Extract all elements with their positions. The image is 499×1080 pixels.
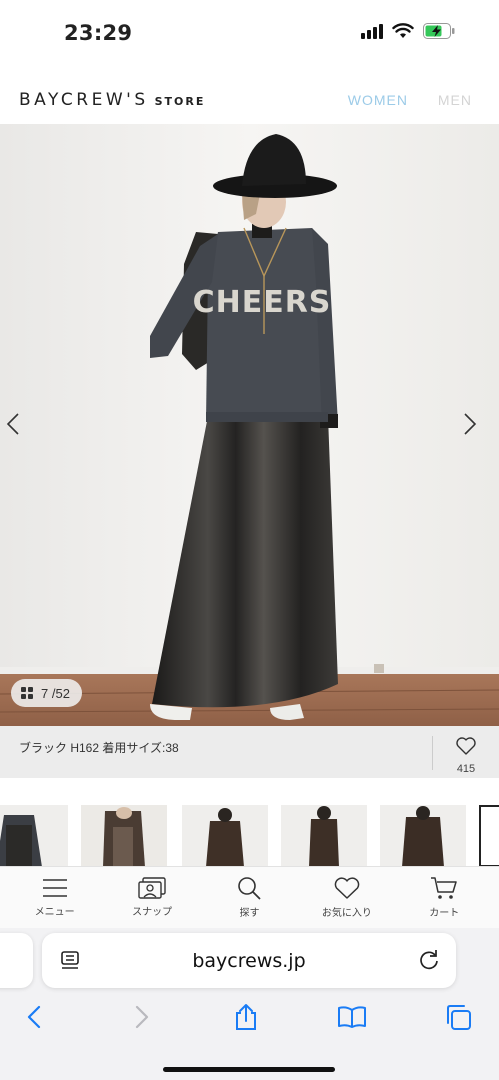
image-counter-total: /52	[51, 685, 70, 701]
bookmarks-button[interactable]	[337, 1002, 367, 1032]
url-text: baycrews.jp	[192, 950, 306, 972]
thumbnail[interactable]	[281, 805, 367, 867]
share-button[interactable]	[231, 1002, 261, 1032]
divider	[432, 736, 433, 770]
thumbnail-strip	[0, 778, 499, 867]
menu-button[interactable]: メニュー	[20, 877, 90, 918]
share-icon	[236, 1004, 256, 1030]
status-icons	[361, 23, 455, 39]
snap-icon	[138, 877, 166, 899]
status-bar: 23:29	[0, 0, 499, 62]
search-button[interactable]: 探す	[214, 876, 284, 919]
home-indicator	[163, 1067, 335, 1072]
nav-men[interactable]: MEN	[438, 92, 472, 108]
chevron-left-icon	[6, 413, 19, 435]
cellular-signal-icon	[361, 23, 383, 39]
tabs-button[interactable]	[443, 1002, 473, 1032]
chevron-right-icon	[464, 413, 477, 435]
address-bar[interactable]: baycrews.jp	[42, 933, 456, 988]
product-photo[interactable]: CHEERS 7 /52	[0, 124, 499, 726]
site-header: BAYCREW'S STORE WOMEN MEN	[0, 62, 499, 124]
logo-main: BAYCREW'S	[19, 90, 149, 110]
battery-charging-icon	[423, 23, 455, 39]
chevron-left-icon	[27, 1005, 41, 1029]
chevron-right-icon	[135, 1005, 149, 1029]
wifi-icon	[392, 23, 414, 38]
model-illustration: CHEERS	[0, 124, 499, 726]
back-button[interactable]	[19, 1002, 49, 1032]
caption-row: ブラック H162 着用サイズ:38 415	[0, 726, 499, 778]
snap-label: スナップ	[132, 907, 173, 918]
search-label: 探す	[239, 908, 260, 919]
thumbnail[interactable]	[81, 805, 167, 867]
book-icon	[338, 1006, 366, 1028]
thumbnail[interactable]	[380, 805, 466, 867]
cart-button[interactable]: カート	[409, 876, 479, 919]
shirt-lettering: CHEERS	[193, 285, 332, 320]
previous-image-button[interactable]	[6, 412, 36, 442]
thumbnail[interactable]	[182, 805, 268, 867]
cart-icon	[431, 877, 457, 899]
thumbnail[interactable]	[479, 805, 499, 867]
image-counter-current: 7	[41, 685, 49, 701]
grid-icon	[21, 687, 33, 699]
menu-icon	[42, 879, 67, 897]
status-time: 23:29	[64, 21, 133, 45]
previous-tab-preview[interactable]	[0, 933, 33, 988]
reload-icon[interactable]	[418, 949, 440, 971]
site-logo[interactable]: BAYCREW'S STORE	[19, 90, 205, 110]
favorites-label: お気に入り	[321, 908, 372, 919]
search-icon	[238, 877, 262, 900]
tabs-icon	[447, 1005, 471, 1030]
app-bottom-menu: メニュー スナップ 探す お気に入り カート	[0, 866, 499, 928]
snap-button[interactable]: スナップ	[117, 877, 187, 918]
cart-label: カート	[429, 908, 460, 919]
browser-toolbar: baycrews.jp	[0, 928, 499, 1080]
image-caption: ブラック H162 着用サイズ:38	[19, 741, 179, 755]
logo-sub: STORE	[154, 95, 206, 108]
heart-outline-icon	[456, 737, 476, 755]
forward-button[interactable]	[127, 1002, 157, 1032]
menu-label: メニュー	[34, 907, 75, 918]
next-image-button[interactable]	[463, 412, 493, 442]
image-counter[interactable]: 7 /52	[11, 679, 82, 707]
like-count: 415	[456, 763, 476, 775]
thumbnail[interactable]	[0, 805, 68, 867]
like-button[interactable]: 415	[448, 736, 484, 775]
favorites-button[interactable]: お気に入り	[312, 876, 382, 919]
heart-icon	[334, 877, 360, 899]
screen: 23:29 BAYCREW'S STORE WOMEN MEN CHEERS 7…	[0, 0, 499, 1080]
nav-women[interactable]: WOMEN	[348, 92, 408, 108]
